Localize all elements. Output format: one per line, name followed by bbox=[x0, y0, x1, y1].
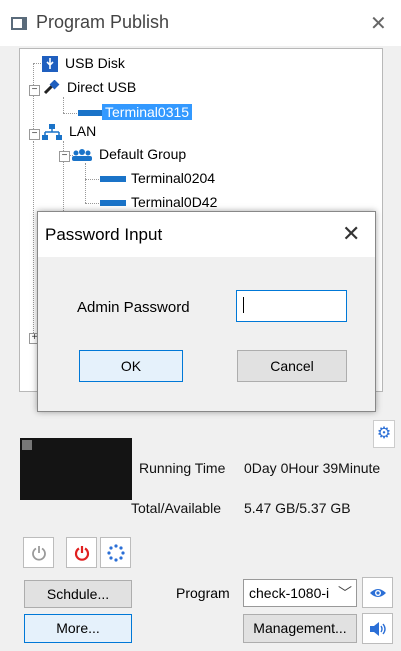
usb-disk-icon bbox=[42, 56, 58, 73]
restart-button[interactable] bbox=[100, 537, 131, 568]
program-label: Program bbox=[176, 585, 230, 601]
text-caret bbox=[243, 297, 244, 313]
collapse-direct-usb[interactable]: − bbox=[29, 85, 40, 96]
preview-marker bbox=[22, 440, 32, 450]
tree-item-terminal-b[interactable]: Terminal0D42 bbox=[100, 193, 220, 212]
power-button[interactable] bbox=[23, 537, 54, 568]
tree-label: LAN bbox=[69, 123, 97, 139]
tree-item-default-group[interactable]: Default Group bbox=[72, 145, 189, 164]
tree-label: Terminal0204 bbox=[131, 170, 216, 186]
running-time-value: 0Day 0Hour 39Minute bbox=[244, 460, 381, 476]
admin-password-label: Admin Password bbox=[77, 299, 190, 316]
eye-icon bbox=[369, 589, 386, 597]
tree-label: Terminal0D42 bbox=[131, 194, 218, 210]
usb-cable-icon bbox=[43, 80, 60, 95]
storage-value: 5.47 GB/5.37 GB bbox=[244, 500, 351, 516]
tree-item-direct-usb[interactable]: Direct USB bbox=[42, 78, 139, 97]
tree-label: Direct USB bbox=[67, 79, 137, 95]
tree-label: Default Group bbox=[99, 146, 187, 162]
dialog-titlebar: Password Input ✕ bbox=[38, 212, 375, 257]
tree-item-terminal-direct[interactable]: Terminal0315 bbox=[78, 103, 193, 122]
terminal-icon bbox=[100, 176, 126, 183]
chevron-down-icon: ﹀ bbox=[338, 585, 352, 601]
volume-button[interactable] bbox=[362, 613, 393, 644]
terminal-preview bbox=[20, 438, 132, 500]
network-icon bbox=[42, 124, 62, 141]
close-icon[interactable]: ✕ bbox=[342, 221, 360, 247]
window-icon bbox=[11, 17, 27, 30]
management-button[interactable]: Management... bbox=[243, 614, 357, 643]
speaker-icon bbox=[369, 622, 386, 636]
password-input[interactable] bbox=[236, 290, 347, 322]
close-icon[interactable]: ✕ bbox=[370, 11, 387, 36]
terminal-icon bbox=[78, 110, 102, 117]
window-title: Program Publish bbox=[36, 12, 170, 32]
group-icon bbox=[72, 149, 92, 162]
password-dialog: Password Input ✕ Admin Password OK Cance… bbox=[37, 211, 376, 412]
running-time-label: Running Time bbox=[139, 460, 226, 476]
tree-item-terminal-a[interactable]: Terminal0204 bbox=[100, 169, 218, 188]
tree-item-usb-disk[interactable]: USB Disk bbox=[42, 54, 128, 73]
power-icon bbox=[31, 546, 46, 561]
collapse-default-group[interactable]: − bbox=[59, 151, 70, 162]
preview-button[interactable] bbox=[362, 577, 393, 608]
tree-label: USB Disk bbox=[65, 55, 125, 71]
power-off-button[interactable] bbox=[66, 537, 97, 568]
schedule-button[interactable]: Schdule... bbox=[24, 580, 132, 608]
program-select[interactable]: check-1080-i ﹀ bbox=[243, 579, 357, 607]
restart-icon bbox=[106, 544, 125, 562]
program-select-value: check-1080-i bbox=[249, 585, 330, 601]
tree-label: Terminal0315 bbox=[102, 104, 193, 120]
dialog-title: Password Input bbox=[45, 225, 163, 244]
terminal-icon bbox=[100, 200, 126, 207]
ok-button[interactable]: OK bbox=[79, 350, 183, 382]
gear-icon[interactable]: ⚙ bbox=[373, 420, 395, 448]
storage-label: Total/Available bbox=[131, 500, 222, 516]
collapse-lan[interactable]: − bbox=[29, 129, 40, 140]
tree-item-lan[interactable]: LAN bbox=[42, 122, 99, 141]
more-button[interactable]: More... bbox=[24, 614, 132, 643]
window-titlebar: Program Publish ✕ bbox=[0, 0, 401, 46]
power-off-icon bbox=[74, 546, 89, 561]
cancel-button[interactable]: Cancel bbox=[237, 350, 347, 382]
